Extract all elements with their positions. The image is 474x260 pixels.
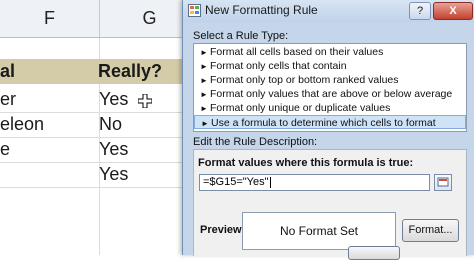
cell-g-row3[interactable]: Yes: [99, 137, 128, 162]
edit-rule-description-label: Edit the Rule Description:: [193, 136, 318, 148]
formula-label: Format values where this formula is true…: [198, 157, 414, 169]
rule-type-item[interactable]: ► Format only top or bottom ranked values: [194, 73, 466, 87]
close-button[interactable]: X: [433, 2, 473, 20]
triangle-right-icon: ►: [200, 62, 208, 71]
grid-line: [0, 187, 200, 188]
formula-input[interactable]: =$G15="Yes": [199, 174, 430, 191]
triangle-right-icon: ►: [200, 76, 208, 85]
rule-type-item-selected[interactable]: ► Use a formula to determine which cells …: [194, 115, 466, 129]
preview-box: No Format Set: [242, 212, 396, 250]
select-rule-type-label: Select a Rule Type:: [193, 30, 289, 42]
cell-select-cursor-icon: [138, 94, 152, 108]
dialog-title: New Formatting Rule: [205, 3, 318, 17]
rule-type-item[interactable]: ► Format all cells based on their values: [194, 45, 466, 59]
table-header-row: al Really?: [0, 59, 200, 84]
cell-f-row3[interactable]: e: [0, 137, 10, 162]
format-button[interactable]: Format...: [402, 219, 459, 242]
cell-g-row4[interactable]: Yes: [99, 162, 128, 187]
triangle-right-icon: ►: [200, 104, 208, 113]
cell-f-row1[interactable]: er: [0, 87, 16, 112]
rule-type-item[interactable]: ► Format only unique or duplicate values: [194, 101, 466, 115]
collapse-dialog-button[interactable]: [434, 174, 452, 191]
header-cell-g[interactable]: Really?: [98, 59, 162, 84]
dialog-titlebar[interactable]: New Formatting Rule ? X: [183, 0, 474, 22]
cell-f-row2[interactable]: eleon: [0, 112, 44, 137]
close-icon: X: [449, 5, 457, 17]
text-caret: [269, 176, 271, 188]
triangle-right-icon: ►: [201, 119, 209, 128]
triangle-right-icon: ►: [200, 90, 208, 99]
help-button[interactable]: ?: [409, 2, 431, 20]
collapse-dialog-icon: [437, 177, 449, 187]
header-cell-f[interactable]: al: [0, 59, 15, 84]
help-icon: ?: [416, 5, 424, 17]
triangle-right-icon: ►: [200, 48, 208, 57]
rule-type-list[interactable]: ► Format all cells based on their values …: [193, 43, 467, 132]
rule-description-panel: Format values where this formula is true…: [193, 149, 467, 256]
cell-g-row1[interactable]: Yes: [99, 87, 128, 112]
ok-button[interactable]: [348, 246, 400, 260]
preview-label: Preview:: [200, 224, 246, 236]
conditional-format-icon: [188, 4, 201, 17]
new-formatting-rule-dialog: New Formatting Rule ? X Select a Rule Ty…: [182, 0, 474, 260]
rule-type-item[interactable]: ► Format only values that are above or be…: [194, 87, 466, 101]
cell-g-row2[interactable]: No: [99, 112, 122, 137]
column-header-f[interactable]: F: [0, 0, 100, 37]
rule-type-item[interactable]: ► Format only cells that contain: [194, 59, 466, 73]
